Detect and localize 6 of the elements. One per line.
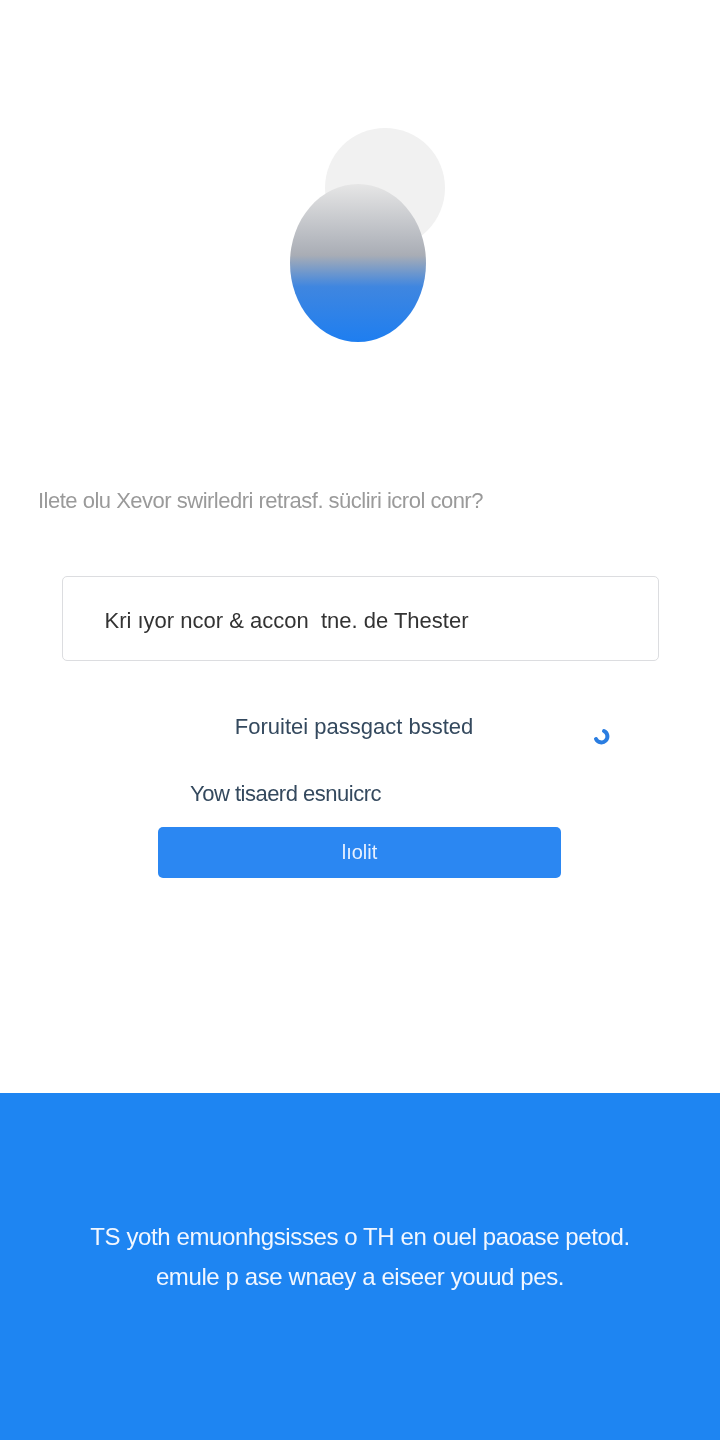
footer-text: emule p ase wnaey a eiseer youud pes.	[155, 1263, 565, 1291]
prompt-text: Ilete olu Xevor swirledri retrasf. sücliri icrol conr?	[37, 488, 484, 514]
forgot-password-link[interactable]: Foruitei passgact bssted	[234, 714, 474, 740]
input-field[interactable]: Kri ıyor ncor & accon tne. de Thester	[61, 576, 659, 661]
footer-text: TS yoth emuonhgsisses o TH en ouel paoase petod.	[90, 1223, 630, 1251]
note-text: Yow tisaerd esnuicrc	[189, 781, 382, 807]
